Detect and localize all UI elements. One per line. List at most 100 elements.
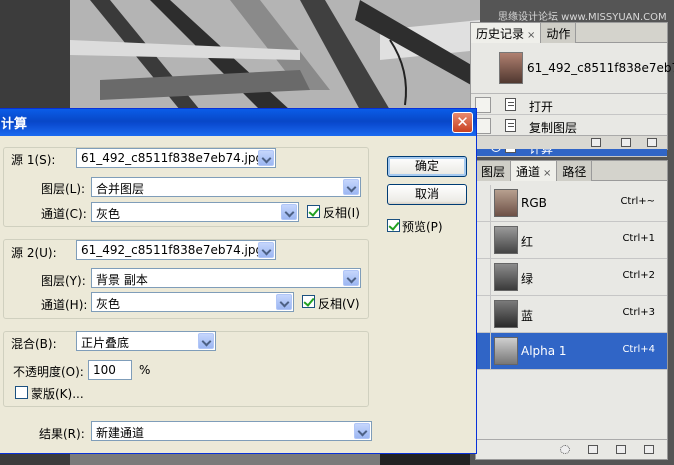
calculations-dialog: 计算 ✕ 源 1(S): 61_492_c8511f838e7eb74.jpg … — [0, 108, 477, 454]
visibility-toggle[interactable] — [476, 259, 491, 295]
channel-shortcut: Ctrl+2 — [622, 270, 655, 281]
chevron-down-icon[interactable] — [258, 242, 274, 258]
result-select[interactable]: 新建通道 — [91, 421, 372, 441]
source2-label: 源 2(U): — [11, 246, 57, 260]
chevron-down-icon[interactable] — [343, 179, 359, 195]
source2-channel-value: 灰色 — [96, 297, 121, 311]
visibility-toggle[interactable] — [476, 296, 491, 332]
source1-label: 源 1(S): — [11, 153, 56, 167]
history-brush-source-box[interactable] — [475, 97, 491, 113]
source2-invert-checkbox[interactable] — [302, 295, 315, 308]
blending-label: 混合(B): — [11, 337, 57, 351]
blending-mode-select[interactable]: 正片叠底 — [76, 331, 216, 351]
snapshot-name: 61_492_c8511f838e7eb7... — [527, 61, 674, 75]
history-step-label: 打开 — [529, 100, 554, 114]
tab-layers[interactable]: 图层 — [476, 161, 512, 181]
chevron-down-icon[interactable] — [276, 294, 292, 310]
visibility-toggle[interactable] — [476, 222, 491, 258]
channel-row-blue[interactable]: 蓝 Ctrl+3 — [476, 296, 667, 333]
source2-invert-label: 反相(V) — [318, 297, 360, 311]
channel-thumbnail — [494, 189, 518, 217]
source2-channel-select[interactable]: 灰色 — [91, 292, 294, 312]
cancel-button[interactable]: 取消 — [387, 184, 467, 205]
tab-channels-label: 通道 — [516, 165, 541, 179]
tab-actions-label: 动作 — [546, 27, 571, 41]
source1-file-select[interactable]: 61_492_c8511f838e7eb74.jpg — [76, 148, 276, 168]
source1-layer-value: 合并图层 — [96, 182, 145, 196]
channel-shortcut: Ctrl+1 — [622, 233, 655, 244]
chevron-down-icon[interactable] — [258, 150, 274, 166]
source2-file-select[interactable]: 61_492_c8511f838e7eb74.jpg — [76, 240, 276, 260]
save-selection-icon[interactable] — [588, 445, 598, 454]
new-channel-icon[interactable] — [616, 445, 626, 454]
close-icon[interactable]: × — [527, 30, 535, 41]
history-snapshot[interactable]: 61_492_c8511f838e7eb7... — [471, 44, 674, 94]
channels-panel-tabs: 图层 通道 × 路径 — [476, 161, 667, 181]
history-step-label: 复制图层 — [529, 121, 578, 135]
channel-row-green[interactable]: 绿 Ctrl+2 — [476, 259, 667, 296]
tab-channels[interactable]: 通道 × — [511, 161, 558, 181]
channel-thumbnail — [494, 263, 518, 291]
source1-channel-select[interactable]: 灰色 — [91, 202, 299, 222]
visibility-toggle[interactable] — [476, 185, 491, 221]
chevron-down-icon[interactable] — [198, 333, 214, 349]
load-selection-icon[interactable] — [560, 445, 570, 454]
channel-thumbnail — [494, 300, 518, 328]
channel-row-alpha-1[interactable]: Alpha 1 Ctrl+4 — [476, 333, 667, 370]
dialog-titlebar[interactable]: 计算 ✕ — [0, 109, 476, 136]
close-icon[interactable]: × — [543, 168, 551, 179]
source2-layer-select[interactable]: 背景 副本 — [91, 268, 361, 288]
watermark: 思缘设计论坛 www.MISSYUAN.COM — [498, 12, 667, 23]
channel-name: RGB — [521, 196, 547, 210]
source2-channel-label: 通道(H): — [41, 298, 88, 312]
tab-actions[interactable]: 动作 — [541, 23, 577, 43]
trash-icon[interactable] — [647, 138, 657, 147]
channel-thumbnail — [494, 337, 518, 365]
history-step-open[interactable]: 打开 — [471, 95, 667, 115]
channels-panel-toolbar — [476, 439, 667, 459]
source1-layer-select[interactable]: 合并图层 — [91, 177, 361, 197]
channel-row-red[interactable]: 红 Ctrl+1 — [476, 222, 667, 259]
tab-history-label: 历史记录 — [476, 27, 525, 41]
blending-mode-value: 正片叠底 — [81, 336, 130, 350]
source1-layer-label: 图层(L): — [41, 182, 86, 196]
history-brush-source-box[interactable] — [475, 118, 491, 134]
dialog-title: 计算 — [1, 117, 28, 132]
source2-layer-value: 背景 副本 — [96, 273, 148, 287]
source1-channel-label: 通道(C): — [41, 207, 87, 221]
history-step-duplicate-layer[interactable]: 复制图层 — [471, 116, 667, 136]
chevron-down-icon[interactable] — [354, 423, 370, 439]
history-panel-tabs: 历史记录 × 动作 — [471, 23, 667, 43]
trash-icon[interactable] — [644, 445, 654, 454]
channel-name: 绿 — [521, 272, 534, 286]
new-document-icon[interactable] — [591, 138, 601, 147]
channel-thumbnail — [494, 226, 518, 254]
ok-button[interactable]: 确定 — [387, 156, 467, 177]
source1-channel-value: 灰色 — [96, 207, 121, 221]
source1-invert-label: 反相(I) — [323, 206, 360, 220]
source2-file-value: 61_492_c8511f838e7eb74.jpg — [81, 243, 264, 257]
opacity-input[interactable]: 100 — [88, 360, 132, 380]
channel-row-rgb[interactable]: RGB Ctrl+~ — [476, 185, 667, 222]
preview-checkbox[interactable] — [387, 219, 400, 232]
tab-history[interactable]: 历史记录 × — [471, 23, 542, 43]
opacity-label: 不透明度(O): — [13, 365, 84, 379]
snapshot-thumbnail — [499, 52, 523, 84]
close-button[interactable]: ✕ — [452, 112, 473, 133]
channels-panel: 图层 通道 × 路径 RGB Ctrl+~ 红 Ctrl+1 绿 Ctrl+2 蓝… — [475, 160, 668, 460]
chevron-down-icon[interactable] — [281, 204, 297, 220]
source2-layer-label: 图层(Y): — [41, 274, 86, 288]
mask-checkbox[interactable] — [15, 386, 28, 399]
result-label: 结果(R): — [39, 427, 85, 441]
tab-paths[interactable]: 路径 — [557, 161, 593, 181]
channel-name: 红 — [521, 235, 534, 249]
source1-invert-checkbox[interactable] — [307, 205, 320, 218]
eye-icon[interactable] — [476, 333, 491, 369]
camera-icon[interactable] — [621, 138, 631, 147]
history-panel-toolbar — [471, 135, 667, 149]
channel-name: Alpha 1 — [521, 344, 567, 358]
channel-shortcut: Ctrl+3 — [622, 307, 655, 318]
result-value: 新建通道 — [96, 426, 145, 440]
preview-label: 预览(P) — [402, 220, 443, 234]
chevron-down-icon[interactable] — [343, 270, 359, 286]
